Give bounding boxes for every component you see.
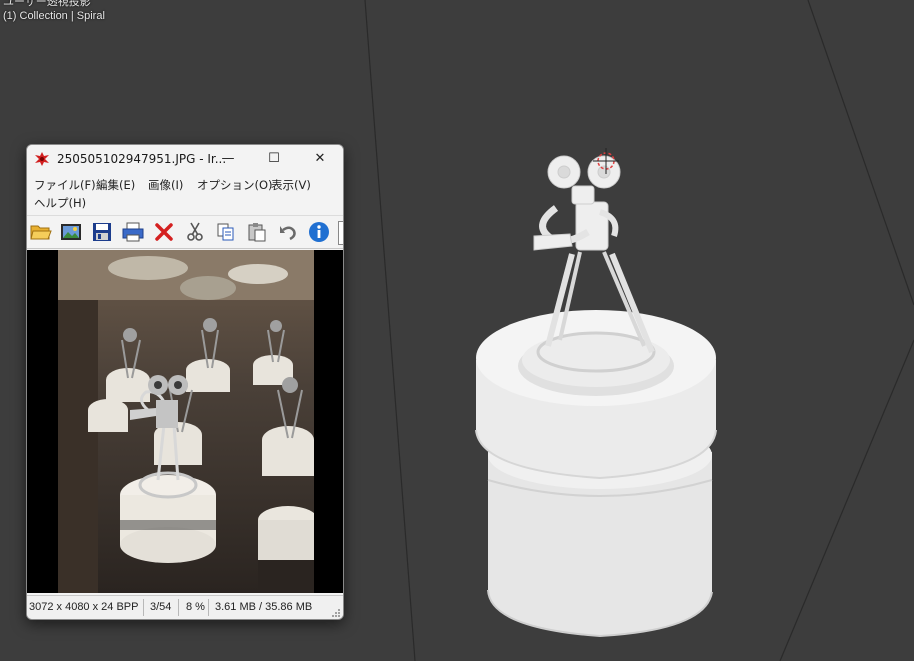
cylinder-model[interactable] [475,310,717,638]
paste-icon[interactable] [245,220,269,244]
floor-line-left [364,0,416,661]
undo-icon[interactable] [276,220,300,244]
status-separator [143,599,144,616]
status-zoom: 8 % [186,601,205,613]
info-icon[interactable] [307,220,331,244]
status-image-index: 3/54 [150,601,172,613]
menu-view[interactable]: 表示(V) [271,177,311,193]
displayed-photo [58,250,314,593]
maximize-button[interactable]: ☐ [251,145,297,173]
status-file-size: 3.61 MB / 35.86 MB [215,601,313,613]
resize-grip-icon[interactable] [331,608,341,618]
menu-bar: ファイル(F) 編集(E) 画像(I) オプション(O) 表示(V) ヘルプ(H… [27,175,343,213]
delete-icon[interactable] [152,220,176,244]
irfanview-window[interactable]: 250505102947951.JPG - Ir... — ☐ ✕ ファイル(F… [26,144,344,620]
menu-file[interactable]: ファイル(F) [34,177,96,193]
title-bar[interactable]: 250505102947951.JPG - Ir... — ☐ ✕ [27,145,343,173]
viewport-collection-label: (1) Collection | Spiral [3,10,105,22]
image-display-area[interactable] [27,250,343,593]
status-bar: 3072 x 4080 x 24 BPP 3/54 8 % 3.61 MB / … [27,595,343,619]
floor-line-right [807,0,914,306]
print-icon[interactable] [121,220,145,244]
minimize-button[interactable]: — [205,145,251,173]
status-dimensions: 3072 x 4080 x 24 BPP [29,601,139,613]
toolbar-overflow[interactable] [338,221,343,245]
cut-icon[interactable] [183,220,207,244]
floor-line-far-right [779,339,914,661]
menu-help[interactable]: ヘルプ(H) [34,195,86,211]
menu-image[interactable]: 画像(I) [148,177,183,193]
close-button[interactable]: ✕ [297,145,343,173]
open-folder-icon[interactable] [29,220,53,244]
menu-edit[interactable]: 編集(E) [96,177,135,193]
status-separator [208,599,209,616]
copy-icon[interactable] [214,220,238,244]
thumbnails-icon[interactable] [59,220,83,244]
irfanview-app-icon [35,152,49,166]
menu-options[interactable]: オプション(O) [197,177,273,193]
toolbar [27,215,343,249]
save-icon[interactable] [90,220,114,244]
status-separator [178,599,179,616]
viewport-view-name: ユーザー透視投影 [3,0,91,8]
